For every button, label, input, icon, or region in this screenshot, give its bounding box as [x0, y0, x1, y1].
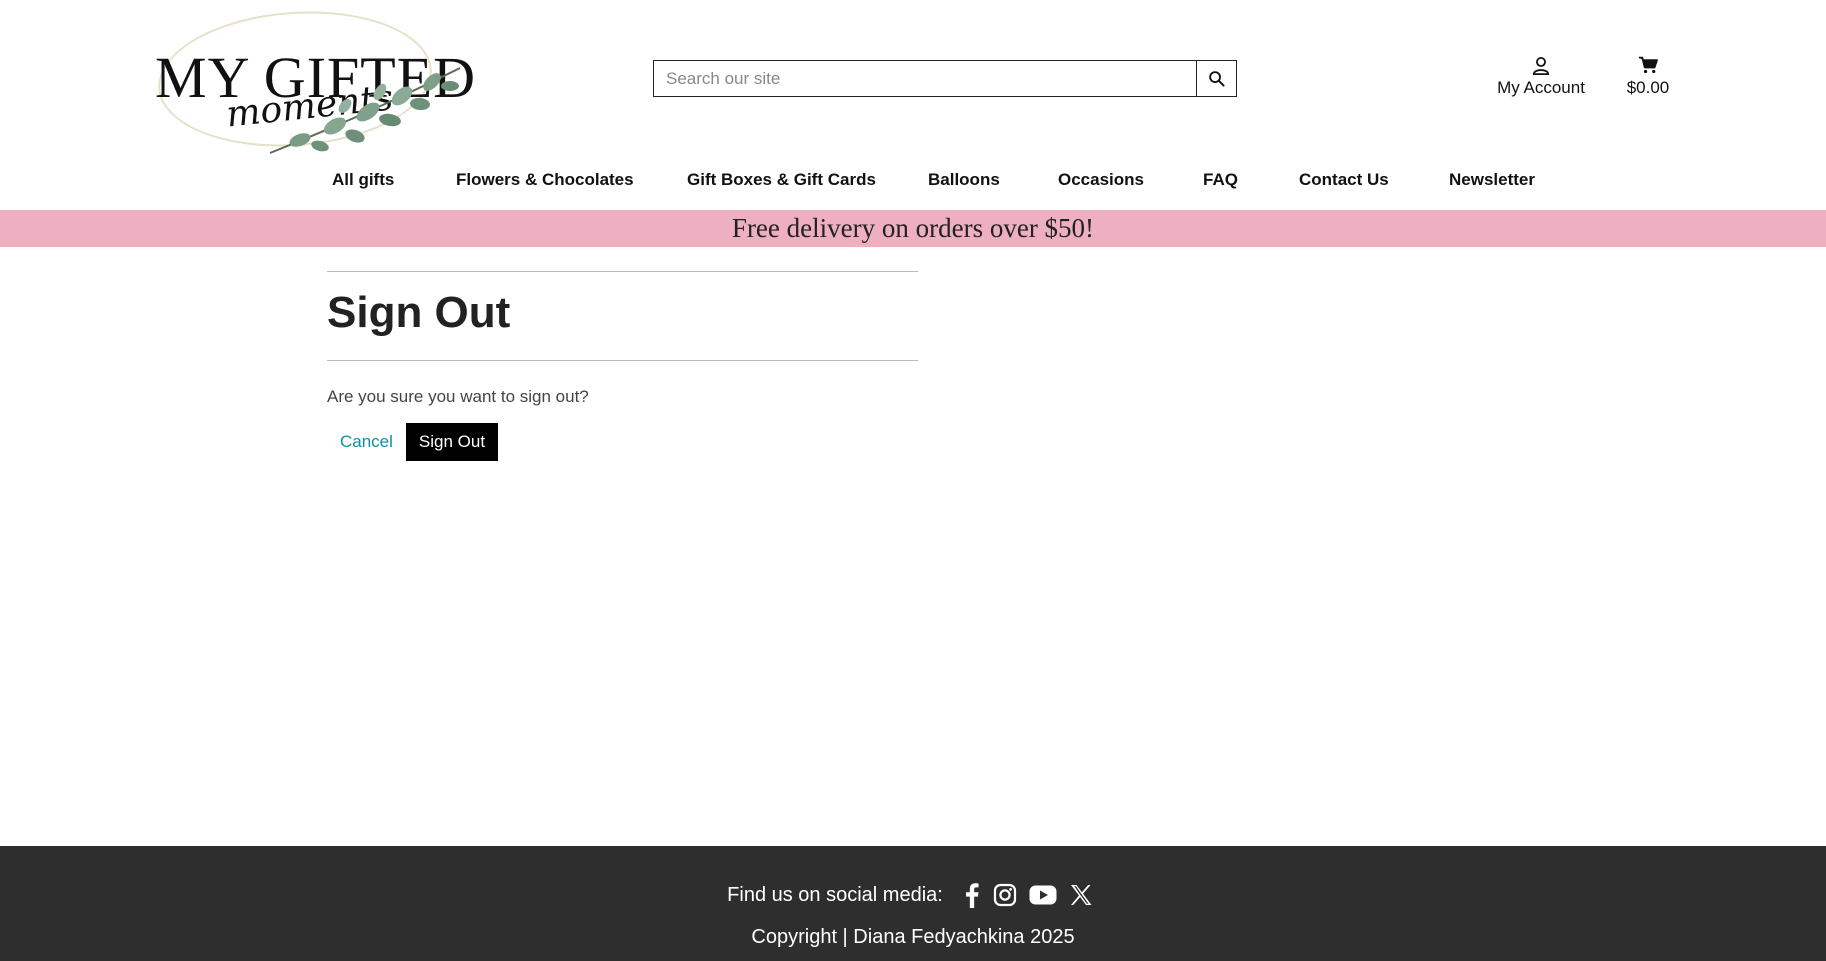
- title-divider: [327, 360, 918, 361]
- social-row: Find us on social media:: [0, 882, 1826, 908]
- cart-total: $0.00: [1626, 78, 1670, 97]
- cart-link[interactable]: $0.00: [1620, 56, 1676, 98]
- nav-item-newsletter[interactable]: Newsletter: [1449, 170, 1535, 190]
- my-account-link[interactable]: My Account: [1494, 56, 1588, 98]
- site-header: MY GIFTED moments Search our site My Acc…: [0, 0, 1826, 160]
- nav-item-gift-boxes-gift-cards[interactable]: Gift Boxes & Gift Cards: [687, 170, 876, 190]
- instagram-icon[interactable]: [993, 883, 1017, 907]
- nav-item-all-gifts[interactable]: All gifts: [332, 170, 394, 190]
- search-bar: [653, 60, 1237, 97]
- site-footer: Find us on social media: Copyright | Dia…: [0, 846, 1826, 961]
- promo-banner: Free delivery on orders over $50!: [0, 210, 1826, 247]
- page-title: Sign Out: [327, 288, 511, 337]
- confirm-message: Are you sure you want to sign out?: [327, 387, 589, 406]
- nav-item-balloons[interactable]: Balloons: [928, 170, 1000, 190]
- search-input[interactable]: [654, 61, 1196, 96]
- facebook-icon[interactable]: [963, 882, 981, 908]
- my-account-label: My Account: [1497, 78, 1585, 97]
- search-button[interactable]: [1196, 61, 1236, 96]
- cancel-button[interactable]: Cancel: [327, 432, 406, 452]
- action-row: Cancel Sign Out: [327, 423, 918, 461]
- social-label: Find us on social media:: [727, 883, 943, 906]
- nav-item-occasions[interactable]: Occasions: [1058, 170, 1144, 190]
- sign-out-button[interactable]: Sign Out: [405, 423, 499, 461]
- main-nav: All gifts Flowers & Chocolates Gift Boxe…: [0, 170, 1826, 196]
- site-logo[interactable]: MY GIFTED moments: [150, 2, 475, 158]
- copyright-text: Copyright | Diana Fedyachkina 2025: [751, 926, 1075, 948]
- signout-panel: Sign Out Are you sure you want to sign o…: [327, 271, 918, 461]
- search-icon: [1209, 71, 1225, 87]
- eucalyptus-leaves-icon: [269, 67, 461, 154]
- nav-item-faq[interactable]: FAQ: [1203, 170, 1238, 190]
- nav-item-flowers-chocolates[interactable]: Flowers & Chocolates: [456, 170, 634, 190]
- cart-icon: [1639, 56, 1658, 74]
- nav-item-contact-us[interactable]: Contact Us: [1299, 170, 1389, 190]
- user-icon: [1532, 57, 1550, 75]
- page: MY GIFTED moments Search our site My Acc…: [0, 0, 1826, 961]
- x-icon[interactable]: [1069, 883, 1093, 907]
- youtube-icon[interactable]: [1029, 884, 1057, 906]
